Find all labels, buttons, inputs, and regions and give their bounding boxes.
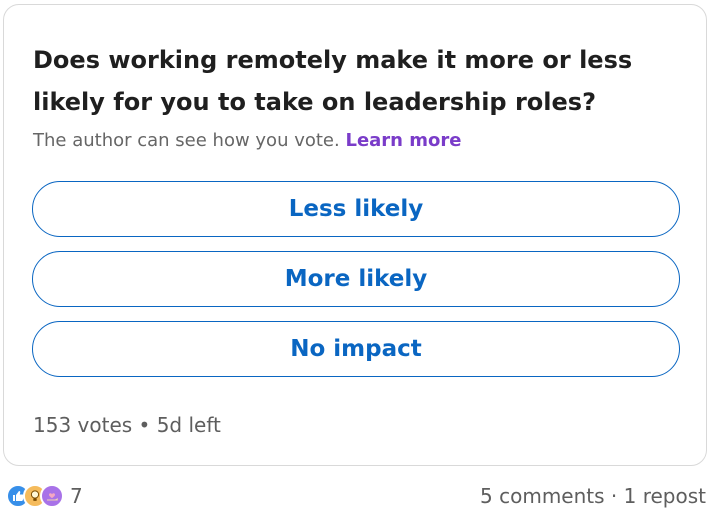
comments-link[interactable]: 5 comments xyxy=(480,484,605,508)
poll-question: Does working remotely make it more or le… xyxy=(33,46,633,116)
reaction-count: 7 xyxy=(70,484,83,508)
poll-option-no-impact[interactable]: No impact xyxy=(32,321,680,377)
engagement-stats: 5 comments · 1 repost xyxy=(480,484,706,508)
vote-count: 153 votes xyxy=(33,413,133,437)
poll-option-label: More likely xyxy=(284,266,428,292)
visibility-text: The author can see how you vote. xyxy=(33,130,340,151)
poll-option-label: No impact xyxy=(290,336,422,362)
learn-more-link[interactable]: Learn more xyxy=(345,130,461,151)
meta-separator: • xyxy=(138,413,151,437)
poll-option-label: Less likely xyxy=(288,196,424,222)
stats-separator: · xyxy=(610,484,618,508)
social-counts-bar: 7 5 comments · 1 repost xyxy=(0,478,712,518)
poll-card: Does working remotely make it more or le… xyxy=(3,4,707,466)
poll-meta: 153 votes • 5d left xyxy=(33,413,221,437)
reactions-summary[interactable]: 7 xyxy=(6,484,83,508)
poll-option-less-likely[interactable]: Less likely xyxy=(32,181,680,237)
time-left: 5d left xyxy=(156,413,221,437)
poll-option-more-likely[interactable]: More likely xyxy=(32,251,680,307)
support-heart-hand-icon xyxy=(40,484,64,508)
vote-visibility-note: The author can see how you vote. Learn m… xyxy=(33,130,461,151)
reposts-link[interactable]: 1 repost xyxy=(624,484,706,508)
